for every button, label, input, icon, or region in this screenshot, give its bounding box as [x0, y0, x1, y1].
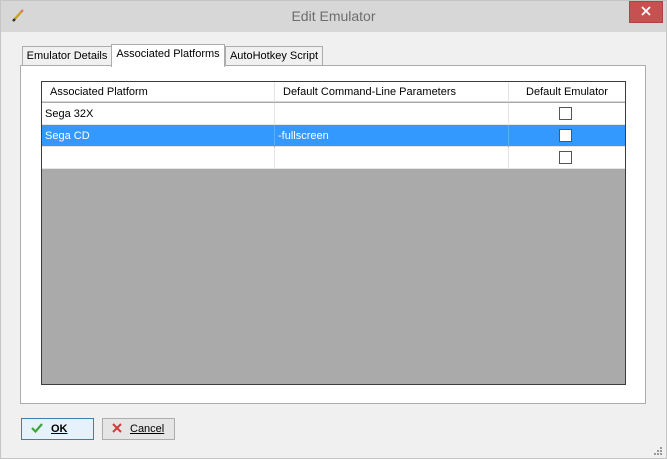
- ok-button-label: OK: [51, 423, 68, 435]
- default-emulator-checkbox[interactable]: [559, 107, 572, 120]
- platform-cell[interactable]: [42, 147, 275, 169]
- parameters-cell[interactable]: -fullscreen: [275, 125, 509, 147]
- tab-label: Emulator Details: [26, 50, 108, 62]
- column-header-platform[interactable]: Associated Platform: [42, 82, 275, 102]
- default-emulator-checkbox[interactable]: [559, 151, 572, 164]
- parameters-cell[interactable]: [275, 103, 509, 125]
- default-emulator-cell: [509, 125, 625, 147]
- default-emulator-checkbox[interactable]: [559, 129, 572, 142]
- default-emulator-cell: [509, 103, 625, 125]
- cancel-button-label: Cancel: [130, 423, 165, 435]
- close-button[interactable]: [629, 1, 663, 23]
- tab-label: Associated Platforms: [116, 48, 220, 60]
- ok-button[interactable]: OK: [21, 418, 94, 440]
- platform-cell[interactable]: Sega 32X: [42, 103, 275, 125]
- checkmark-icon: [31, 422, 43, 436]
- parameters-cell[interactable]: [275, 147, 509, 169]
- grid-header: Associated Platform Default Command-Line…: [42, 82, 625, 102]
- tab-emulator-details[interactable]: Emulator Details: [22, 46, 112, 66]
- close-icon: [641, 5, 651, 19]
- tab-label: AutoHotkey Script: [229, 50, 319, 62]
- tab-associated-platforms[interactable]: Associated Platforms: [111, 44, 225, 67]
- table-row[interactable]: Sega CD -fullscreen: [42, 125, 625, 147]
- cancel-button[interactable]: Cancel: [102, 418, 175, 440]
- x-icon: [112, 422, 122, 436]
- edit-emulator-window: Edit Emulator Emulator Details Associate…: [0, 0, 667, 459]
- default-emulator-cell: [509, 147, 625, 169]
- column-header-parameters[interactable]: Default Command-Line Parameters: [275, 82, 509, 102]
- title-bar[interactable]: Edit Emulator: [1, 1, 666, 32]
- resize-grip-icon[interactable]: [653, 446, 663, 456]
- column-header-default-emulator[interactable]: Default Emulator: [509, 82, 625, 102]
- tab-strip: Emulator Details Associated Platforms Au…: [1, 44, 666, 67]
- platform-cell[interactable]: Sega CD: [42, 125, 275, 147]
- table-row-new[interactable]: [42, 147, 625, 169]
- associated-platforms-panel: Associated Platform Default Command-Line…: [20, 65, 646, 404]
- window-title: Edit Emulator: [291, 8, 376, 24]
- table-row[interactable]: Sega 32X: [42, 103, 625, 125]
- tab-autohotkey-script[interactable]: AutoHotkey Script: [225, 46, 323, 66]
- platforms-grid[interactable]: Associated Platform Default Command-Line…: [41, 81, 626, 385]
